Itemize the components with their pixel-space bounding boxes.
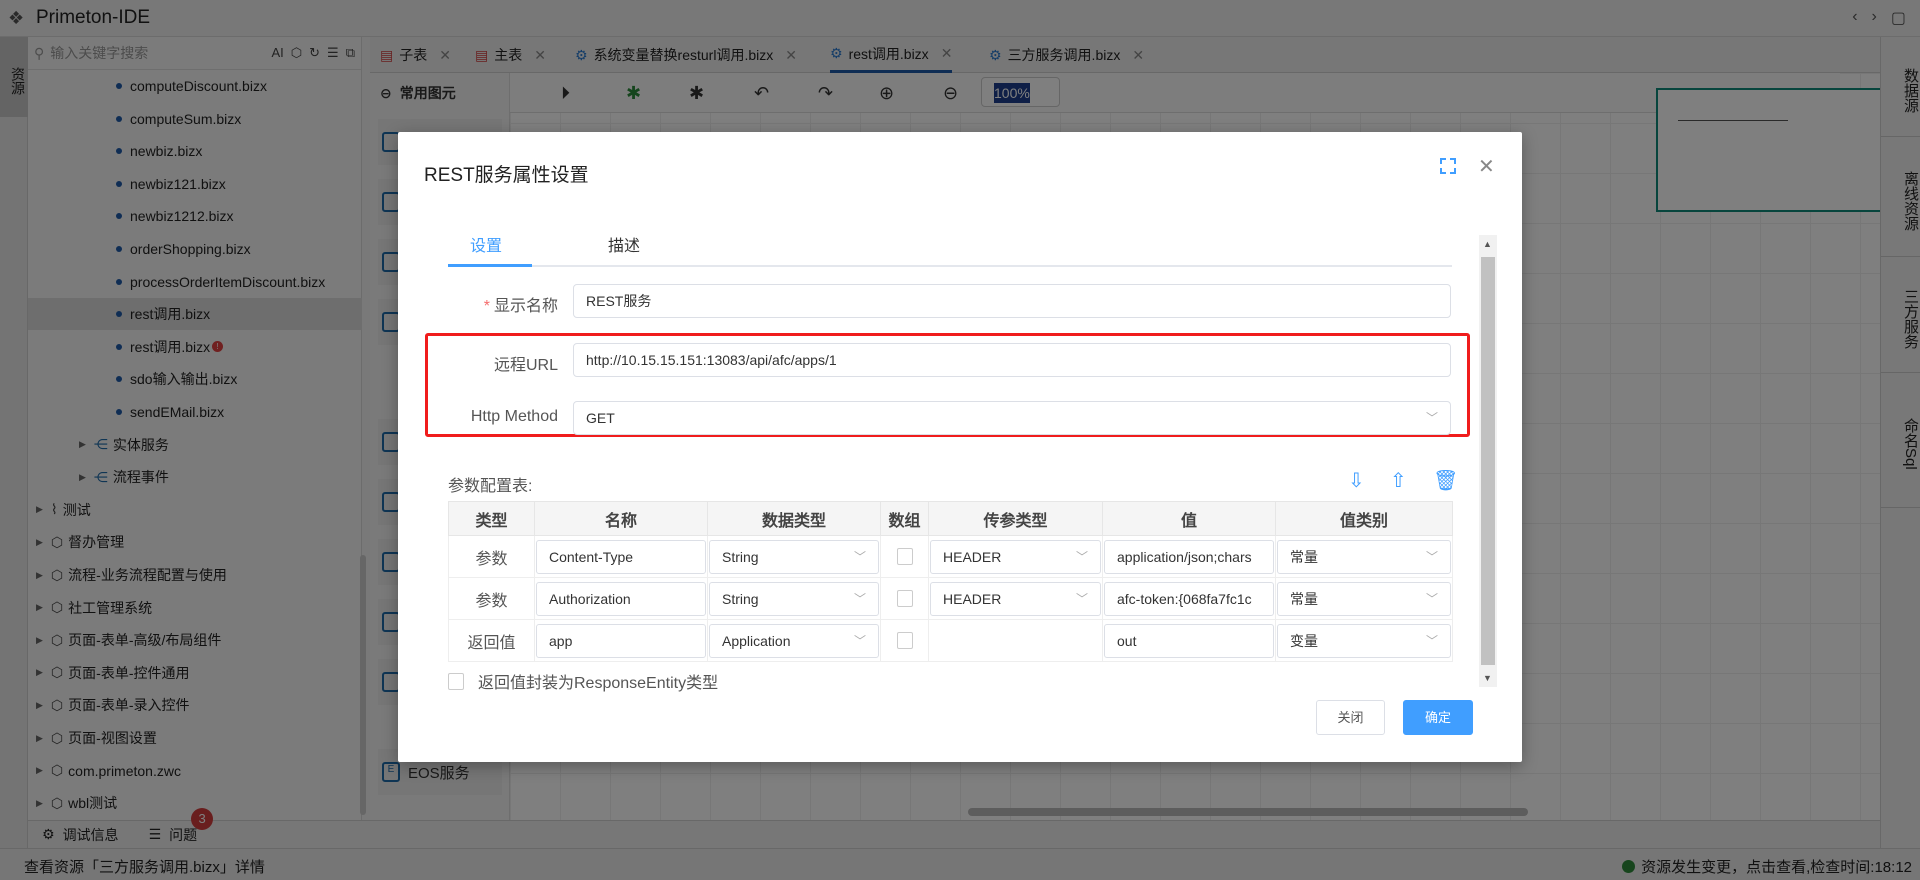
name-cell: Content-Type [534,535,708,578]
value-kind-select[interactable]: 常量 ﹀ [1277,539,1451,574]
cell-value: String [722,548,759,565]
value-kind-select[interactable]: 变量 ﹀ [1277,623,1451,658]
param-kind: 参数 [448,577,535,620]
cell-value: 常量 [1290,590,1318,607]
column-header: 数据类型 [707,501,881,536]
vtype-cell: 变量 ﹀ [1275,619,1453,662]
chevron-down-icon: ﹀ [1425,591,1438,606]
table-row: 参数 Authorization String ﹀ HEADER ﹀ afc-token:{… [448,577,1453,620]
dtype-cell: String ﹀ [707,577,881,620]
pass-type-select[interactable]: HEADER ﹀ [930,539,1101,574]
cell-value: String [722,590,759,607]
dialog-title: REST服务属性设置 [424,165,589,186]
datatype-select[interactable]: String ﹀ [709,539,879,574]
cell-value: HEADER [943,590,1002,607]
value-input[interactable]: application/json;chars [1104,539,1274,574]
cell-value: Content-Type [549,548,634,565]
close-button[interactable]: 关闭 [1316,700,1385,735]
url-input[interactable]: http://10.15.15.151:13083/api/afc/apps/1 [573,343,1451,377]
confirm-button[interactable]: 确定 [1403,700,1473,735]
value-input[interactable]: afc-token:{068fa7fc1c [1104,581,1274,616]
value-input[interactable]: out [1104,623,1274,658]
column-header: 值 [1102,501,1276,536]
pass-type-select[interactable]: HEADER ﹀ [930,581,1101,616]
url-label: 远程URL [493,357,558,374]
dtype-cell: Application ﹀ [707,619,881,662]
chevron-down-icon: ﹀ [1075,549,1088,564]
method-select[interactable]: GET ﹀ [573,401,1451,435]
cell-value: Authorization [549,590,631,607]
value-cell: application/json;chars [1102,535,1276,578]
cell-value: out [1117,632,1137,649]
value-cell: afc-token:{068fa7fc1c [1102,577,1276,620]
chevron-down-icon: ﹀ [853,591,866,606]
array-checkbox[interactable] [896,631,913,649]
vtype-cell: 常量 ﹀ [1275,577,1453,620]
checkbox[interactable] [448,672,464,690]
chevron-down-icon: ﹀ [1425,549,1438,564]
trash-icon[interactable]: 🗑 [1433,468,1458,493]
wrap-response-checkbox[interactable]: 返回值封装为ResponseEntity类型 [448,669,718,693]
name-input[interactable]: app [536,623,706,658]
array-cell [880,619,929,662]
cell-value: 变量 [1290,632,1318,649]
chevron-down-icon: ﹀ [1075,591,1088,606]
param-kind: 返回值 [448,619,535,662]
export-icon[interactable]: ⇧ [1390,468,1407,493]
datatype-select[interactable]: Application ﹀ [709,623,879,658]
pass-cell [928,619,1103,662]
table-row: 参数 Content-Type String ﹀ HEADER ﹀ application/… [448,535,1453,578]
value-cell: out [1102,619,1276,662]
params-table: 类型 名称 数据类型 数组 传参类型值值类别 参数 Content-Type String ﹀… [448,501,1453,662]
chevron-down-icon: ﹀ [853,549,866,564]
column-header: 传参类型 [928,501,1103,536]
display-name-input[interactable]: REST服务 [573,284,1451,318]
cell-value: app [549,632,573,649]
name-cell: Authorization [534,577,708,620]
chevron-down-icon: ﹀ [1425,411,1438,425]
dtype-cell: String ﹀ [707,535,881,578]
value-kind-select[interactable]: 常量 ﹀ [1277,581,1451,616]
chevron-down-icon: ﹀ [1425,633,1438,648]
tab-description[interactable]: 描述 [608,232,640,256]
array-cell [880,535,929,578]
table-row: 返回值 app Application ﹀ out 变量 ﹀ [448,619,1453,662]
pass-cell: HEADER ﹀ [928,577,1103,620]
pass-cell: HEADER ﹀ [928,535,1103,578]
array-checkbox[interactable] [896,547,913,565]
cell-value: Application [722,632,791,649]
cell-value: 常量 [1290,548,1318,565]
cell-value: HEADER [943,548,1002,565]
column-header: 数组 [880,501,929,536]
datatype-select[interactable]: String ﹀ [709,581,879,616]
column-header: 值类别 [1275,501,1453,536]
name-input[interactable]: Content-Type [536,539,706,574]
close-icon[interactable]: ✕ [1478,154,1495,179]
chevron-down-icon: ﹀ [853,633,866,648]
array-checkbox[interactable] [896,589,913,607]
params-title: 参数配置表: [448,478,533,495]
vtype-cell: 常量 ﹀ [1275,535,1453,578]
method-label: Http Method [470,408,558,425]
display-name-label: * 显示名称 [483,298,558,315]
cell-value: afc-token:{068fa7fc1c [1117,590,1252,607]
column-header: 名称 [534,501,708,536]
name-input[interactable]: Authorization [536,581,706,616]
cell-value: application/json;chars [1117,548,1252,565]
rest-service-dialog: REST服务属性设置 ✕ 设置 描述 * 显示名称 REST服务 远程URL ht… [398,132,1522,762]
column-header: 类型 [448,501,535,536]
import-icon[interactable]: ⇩ [1348,468,1365,493]
dialog-scrollbar[interactable]: ▲ ▼ [1479,235,1497,687]
name-cell: app [534,619,708,662]
param-kind: 参数 [448,535,535,578]
array-cell [880,577,929,620]
tab-settings[interactable]: 设置 [470,232,502,256]
fullscreen-icon[interactable] [1440,158,1456,174]
